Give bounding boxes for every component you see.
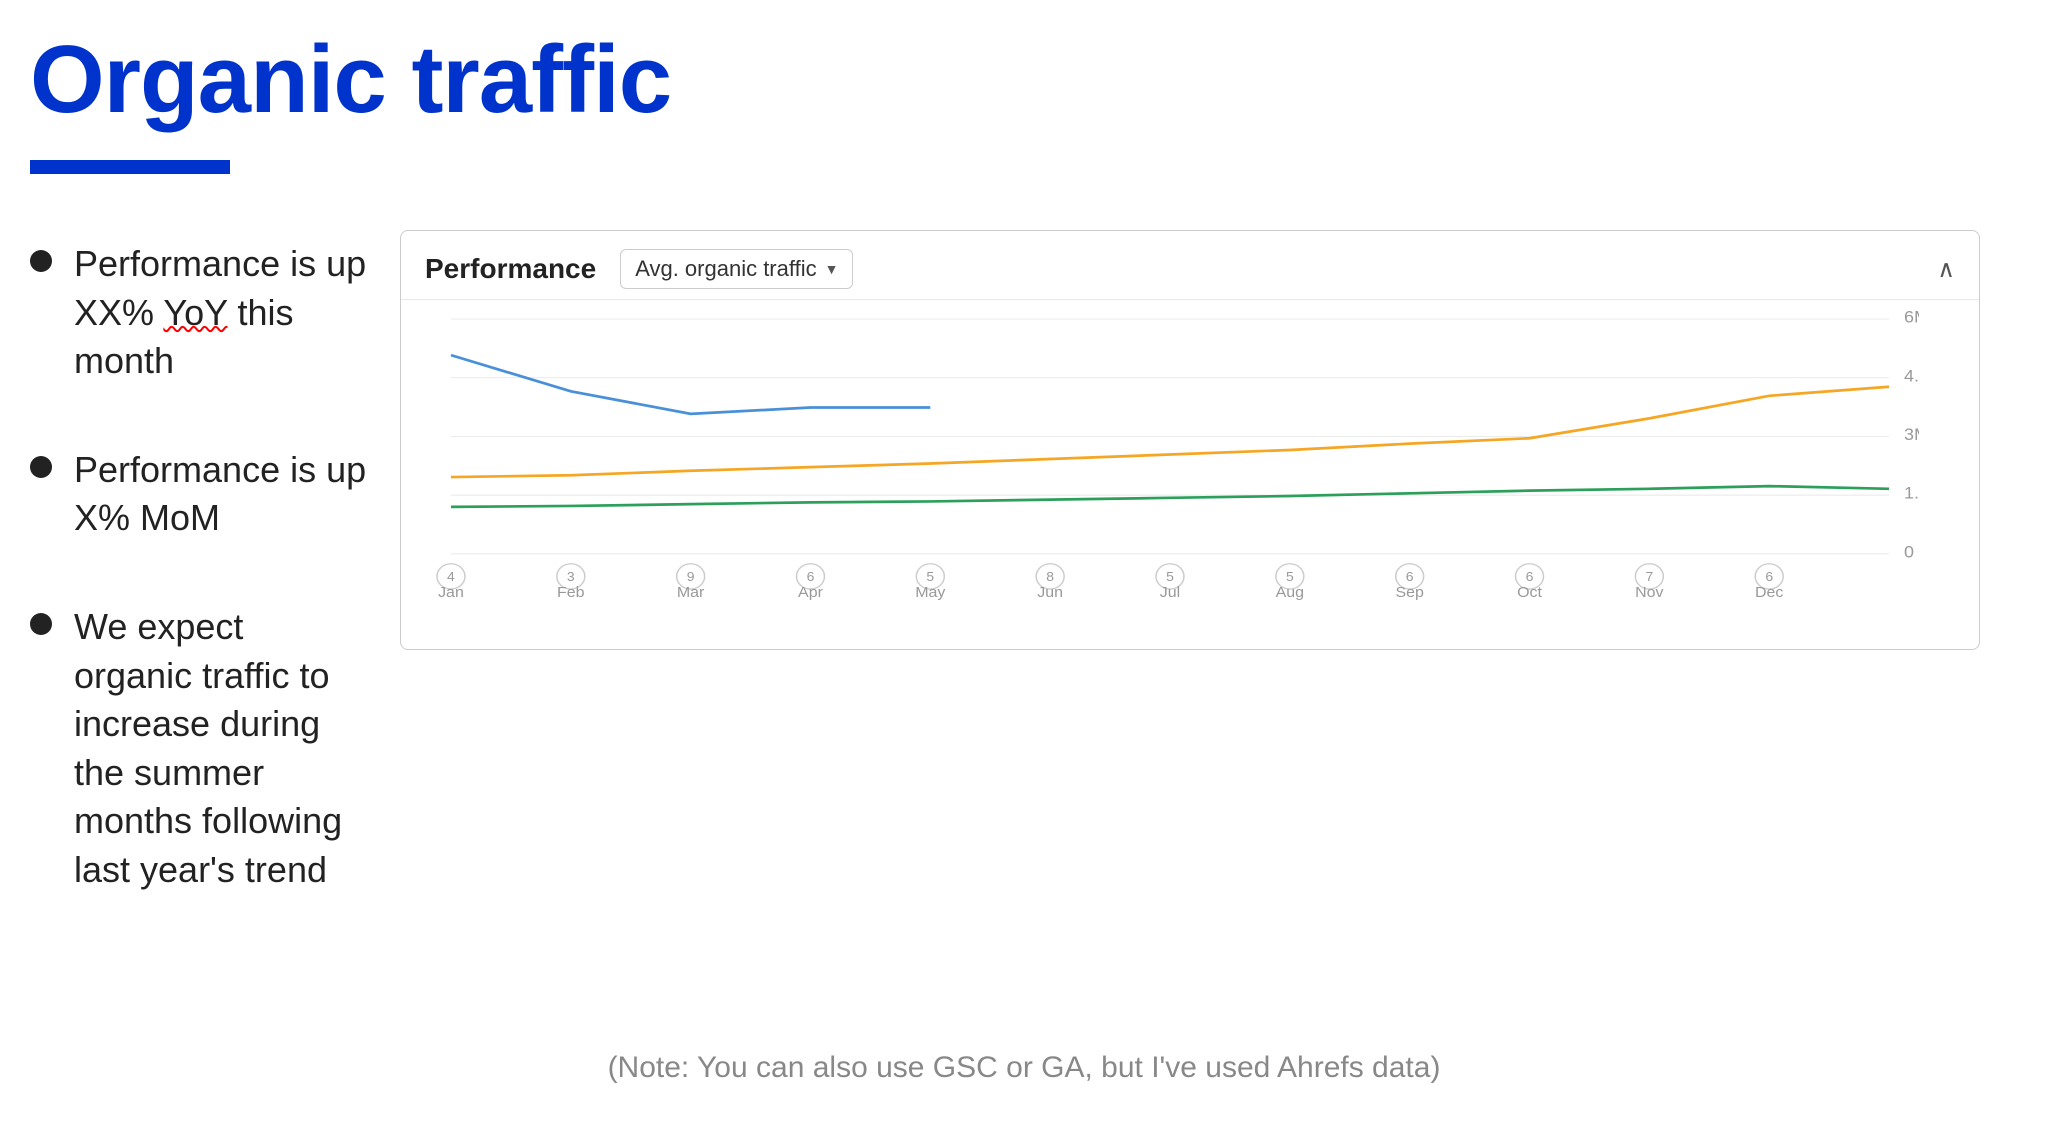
svg-text:9: 9 xyxy=(687,570,695,584)
chart-title: Performance xyxy=(425,253,596,285)
chart-container: Performance Avg. organic traffic ▼ ∧ 6M … xyxy=(400,230,1980,650)
svg-text:5: 5 xyxy=(1286,570,1294,584)
svg-text:4: 4 xyxy=(447,570,455,584)
svg-text:Sep: Sep xyxy=(1395,585,1423,601)
svg-text:Dec: Dec xyxy=(1755,585,1784,601)
bullet-text-3: We expect organic traffic to increase du… xyxy=(74,603,370,895)
bullet-text-2: Performance is up X% MoM xyxy=(74,446,370,543)
svg-text:1.5M: 1.5M xyxy=(1904,484,1919,503)
yoy-text: YoY xyxy=(163,292,227,333)
svg-text:Jun: Jun xyxy=(1037,585,1063,601)
collapse-button[interactable]: ∧ xyxy=(1937,255,1955,284)
chevron-down-icon: ▼ xyxy=(825,261,839,277)
svg-text:5: 5 xyxy=(926,570,934,584)
svg-text:6: 6 xyxy=(1526,570,1534,584)
svg-text:0: 0 xyxy=(1904,542,1914,561)
chart-body: 6M 4.5M 3M 1.5M 0 4 Jan 3 Feb 9 Mar xyxy=(401,300,1979,658)
svg-text:3: 3 xyxy=(567,570,575,584)
bullet-dot-2 xyxy=(30,456,52,478)
bullet-item-1: Performance is up XX% YoY this month xyxy=(30,240,370,386)
orange-line xyxy=(451,387,1889,477)
svg-text:Oct: Oct xyxy=(1517,585,1543,601)
bullet-list: Performance is up XX% YoY this month Per… xyxy=(30,240,370,955)
chart-header: Performance Avg. organic traffic ▼ ∧ xyxy=(401,231,1979,300)
svg-text:Feb: Feb xyxy=(557,585,585,601)
svg-text:4.5M: 4.5M xyxy=(1904,366,1919,385)
page-title: Organic traffic xyxy=(30,27,671,133)
blue-line xyxy=(451,355,930,414)
svg-text:Jul: Jul xyxy=(1160,585,1180,601)
svg-text:6: 6 xyxy=(1406,570,1414,584)
bullet-text-1: Performance is up XX% YoY this month xyxy=(74,240,370,386)
svg-text:Apr: Apr xyxy=(798,585,823,601)
svg-text:Aug: Aug xyxy=(1276,585,1304,601)
svg-text:Mar: Mar xyxy=(677,585,705,601)
dropdown-label: Avg. organic traffic xyxy=(635,256,816,282)
bullet-dot-3 xyxy=(30,613,52,635)
svg-text:May: May xyxy=(915,585,946,601)
title-underline xyxy=(30,160,230,174)
svg-text:6: 6 xyxy=(807,570,815,584)
svg-text:5: 5 xyxy=(1166,570,1174,584)
note-text: (Note: You can also use GSC or GA, but I… xyxy=(608,1051,1441,1085)
avg-organic-traffic-dropdown[interactable]: Avg. organic traffic ▼ xyxy=(620,249,853,289)
bullet-item-2: Performance is up X% MoM xyxy=(30,446,370,543)
bullet-item-3: We expect organic traffic to increase du… xyxy=(30,603,370,895)
svg-text:6M: 6M xyxy=(1904,310,1919,326)
svg-text:Nov: Nov xyxy=(1635,585,1664,601)
green-line xyxy=(451,486,1889,507)
svg-text:3M: 3M xyxy=(1904,425,1919,444)
svg-text:Jan: Jan xyxy=(438,585,464,601)
bullet-dot-1 xyxy=(30,250,52,272)
svg-text:7: 7 xyxy=(1645,570,1653,584)
svg-text:8: 8 xyxy=(1046,570,1054,584)
svg-text:6: 6 xyxy=(1765,570,1773,584)
chart-svg: 6M 4.5M 3M 1.5M 0 4 Jan 3 Feb 9 Mar xyxy=(421,310,1919,608)
